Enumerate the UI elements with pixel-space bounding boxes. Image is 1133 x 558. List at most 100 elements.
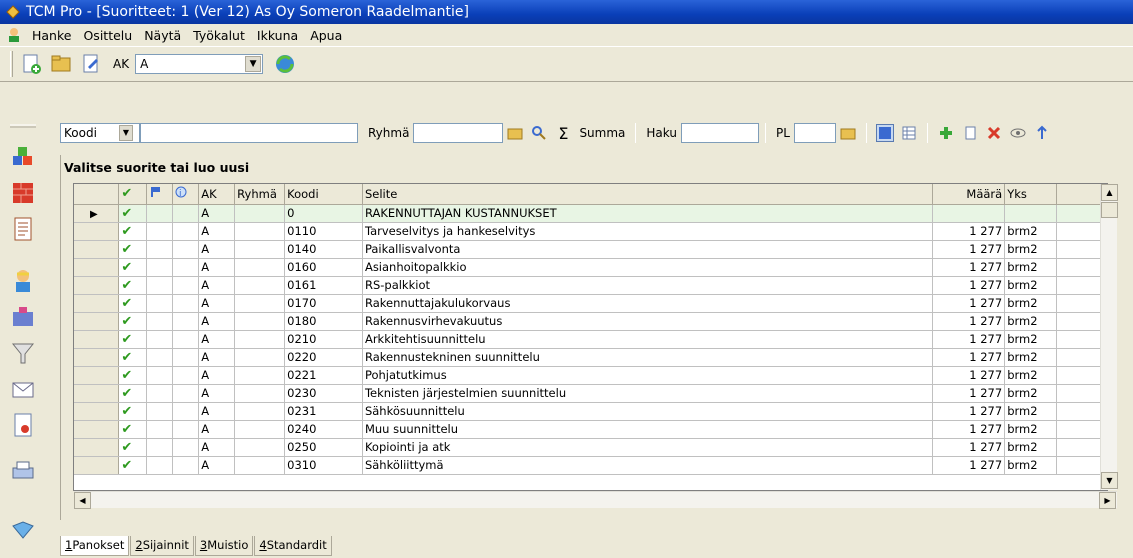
table-row[interactable]: ✔ A 0161 RS-palkkiot 1 277 brm2 xyxy=(74,276,1107,295)
col-status-header[interactable]: ✔ xyxy=(118,184,148,205)
flag-cell[interactable] xyxy=(146,276,174,295)
pl-input[interactable] xyxy=(793,123,836,143)
unit-cell[interactable]: brm2 xyxy=(1004,294,1058,313)
cubes-icon[interactable] xyxy=(10,144,36,170)
code-cell[interactable]: 0110 xyxy=(284,222,363,241)
row-selector[interactable] xyxy=(74,312,120,331)
code-cell[interactable]: 0 xyxy=(284,204,363,223)
flag-cell[interactable] xyxy=(146,204,174,223)
group-cell[interactable] xyxy=(234,456,286,475)
filter-input[interactable] xyxy=(140,123,358,143)
folder-icon[interactable] xyxy=(839,124,857,142)
unit-cell[interactable]: brm2 xyxy=(1004,438,1058,457)
menu-hanke[interactable]: Hanke xyxy=(26,28,77,43)
printer-icon[interactable] xyxy=(10,458,36,484)
qty-cell[interactable]: 1 277 xyxy=(932,456,1006,475)
qty-cell[interactable]: 1 277 xyxy=(932,438,1006,457)
sigma-icon[interactable]: Σ xyxy=(554,124,572,143)
ak-cell[interactable]: A xyxy=(198,348,236,367)
col-code-header[interactable]: Koodi xyxy=(284,184,363,205)
row-selector[interactable] xyxy=(74,456,120,475)
desc-cell[interactable]: RS-palkkiot xyxy=(362,276,934,295)
qty-cell[interactable]: 1 277 xyxy=(932,294,1006,313)
scroll-left-icon[interactable]: ◀ xyxy=(74,492,91,509)
tab-panokset[interactable]: 1Panokset xyxy=(60,536,130,556)
menu-apua[interactable]: Apua xyxy=(304,28,348,43)
group-cell[interactable] xyxy=(234,258,286,277)
status-cell[interactable]: ✔ xyxy=(118,276,148,295)
desc-cell[interactable]: Asianhoitopalkkio xyxy=(362,258,934,277)
open-folder-icon[interactable] xyxy=(49,52,73,76)
status-cell[interactable]: ✔ xyxy=(118,294,148,313)
info-cell[interactable] xyxy=(172,366,200,385)
code-cell[interactable]: 0221 xyxy=(284,366,363,385)
code-cell[interactable]: 0210 xyxy=(284,330,363,349)
filter-icon[interactable] xyxy=(10,340,36,366)
flag-cell[interactable] xyxy=(146,222,174,241)
qty-cell[interactable]: 1 277 xyxy=(932,258,1006,277)
add-icon[interactable] xyxy=(937,124,955,142)
code-cell[interactable]: 0240 xyxy=(284,420,363,439)
menu-tyokalut[interactable]: Työkalut xyxy=(187,28,251,43)
row-selector[interactable]: ▶ xyxy=(74,204,120,223)
scroll-up-icon[interactable]: ▲ xyxy=(1101,184,1118,201)
col-group-header[interactable]: Ryhmä xyxy=(234,184,286,205)
row-selector[interactable] xyxy=(74,402,120,421)
table-row[interactable]: ✔ A 0160 Asianhoitopalkkio 1 277 brm2 xyxy=(74,258,1107,277)
search-icon[interactable] xyxy=(530,124,548,142)
user-icon[interactable] xyxy=(6,27,22,43)
flag-cell[interactable] xyxy=(146,240,174,259)
sum-label[interactable]: Summa xyxy=(579,126,625,140)
flag-cell[interactable] xyxy=(146,348,174,367)
status-cell[interactable]: ✔ xyxy=(118,402,148,421)
info-cell[interactable] xyxy=(172,456,200,475)
row-selector[interactable] xyxy=(74,330,120,349)
group-input[interactable] xyxy=(413,123,504,143)
qty-cell[interactable]: 1 277 xyxy=(932,222,1006,241)
desc-cell[interactable]: Rakennustekninen suunnittelu xyxy=(362,348,934,367)
info-cell[interactable] xyxy=(172,312,200,331)
table-row[interactable]: ✔ A 0220 Rakennustekninen suunnittelu 1 277 b… xyxy=(74,348,1107,367)
task-grid[interactable]: ✔ i AK Ryhmä Koodi Selite Määrä Yks ▶ ✔ A 0… xyxy=(73,183,1108,491)
toolbar-grip[interactable] xyxy=(10,51,13,77)
menu-ikkuna[interactable]: Ikkuna xyxy=(251,28,304,43)
info-cell[interactable] xyxy=(172,330,200,349)
help-book-icon[interactable] xyxy=(10,518,36,544)
table-row[interactable]: ✔ A 0231 Sähkösuunnittelu 1 277 brm2 xyxy=(74,402,1107,421)
info-cell[interactable] xyxy=(172,294,200,313)
table-row[interactable]: ✔ A 0221 Pohjatutkimus 1 277 brm2 xyxy=(74,366,1107,385)
grip-icon[interactable] xyxy=(10,120,36,146)
group-cell[interactable] xyxy=(234,222,286,241)
bricks-icon[interactable] xyxy=(10,180,36,206)
refresh-icon[interactable] xyxy=(273,52,297,76)
code-cell[interactable]: 0140 xyxy=(284,240,363,259)
report-icon[interactable] xyxy=(10,412,36,438)
ak-cell[interactable]: A xyxy=(198,294,236,313)
table-view-icon[interactable] xyxy=(900,124,918,142)
flag-cell[interactable] xyxy=(146,294,174,313)
info-cell[interactable] xyxy=(172,240,200,259)
ak-cell[interactable]: A xyxy=(198,222,236,241)
qty-cell[interactable]: 1 277 xyxy=(932,276,1006,295)
flag-cell[interactable] xyxy=(146,258,174,277)
ak-cell[interactable]: A xyxy=(198,204,236,223)
desc-cell[interactable]: Teknisten järjestelmien suunnittelu xyxy=(362,384,934,403)
status-cell[interactable]: ✔ xyxy=(118,348,148,367)
mail-icon[interactable] xyxy=(10,376,36,402)
worker-icon[interactable] xyxy=(10,268,36,294)
col-ak-header[interactable]: AK xyxy=(198,184,236,205)
unit-cell[interactable]: brm2 xyxy=(1004,420,1058,439)
group-cell[interactable] xyxy=(234,348,286,367)
col-info-header[interactable]: i xyxy=(172,184,200,205)
row-selector[interactable] xyxy=(74,258,120,277)
copy-icon[interactable] xyxy=(961,124,979,142)
col-flag-header[interactable] xyxy=(146,184,174,205)
desc-cell[interactable]: Pohjatutkimus xyxy=(362,366,934,385)
group-cell[interactable] xyxy=(234,240,286,259)
qty-cell[interactable]: 1 277 xyxy=(932,420,1006,439)
code-cell[interactable]: 0220 xyxy=(284,348,363,367)
group-cell[interactable] xyxy=(234,366,286,385)
info-cell[interactable] xyxy=(172,204,200,223)
status-cell[interactable]: ✔ xyxy=(118,330,148,349)
field-combo[interactable]: Koodi ▼ xyxy=(60,123,140,143)
